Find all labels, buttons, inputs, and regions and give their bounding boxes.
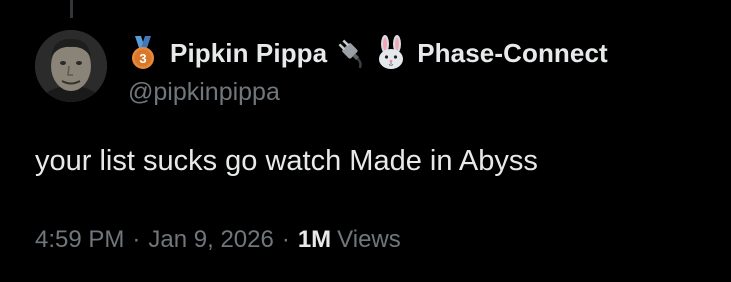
tweet-date[interactable]: Jan 9, 2026 [148, 226, 273, 254]
user-handle[interactable]: @pipkinpippa [128, 76, 711, 108]
tweet-time[interactable]: 4:59 PM [35, 226, 124, 254]
tweet-text: your list sucks go watch Made in Abyss [35, 145, 538, 177]
thread-connector-line [70, 0, 73, 18]
affiliation-name[interactable]: Phase-Connect [417, 38, 608, 69]
tweet-header: 3 Pipkin Pippa Phase-Connect @pipkinpipp… [128, 34, 711, 108]
name-row: 3 Pipkin Pippa Phase-Connect [128, 34, 711, 72]
medal-number: 3 [139, 51, 146, 66]
rabbit-icon [373, 35, 409, 71]
separator: · [132, 226, 141, 253]
display-name[interactable]: Pipkin Pippa [170, 38, 327, 69]
views-count[interactable]: 1M [298, 226, 331, 254]
avatar[interactable] [35, 30, 107, 102]
plug-icon [335, 36, 369, 70]
tweet-metadata: 4:59 PM · Jan 9, 2026 · 1M Views [35, 226, 401, 254]
separator: · [281, 226, 290, 253]
bronze-medal-icon: 3 [128, 36, 158, 70]
views-label: Views [337, 226, 401, 253]
avatar-image [35, 30, 107, 102]
